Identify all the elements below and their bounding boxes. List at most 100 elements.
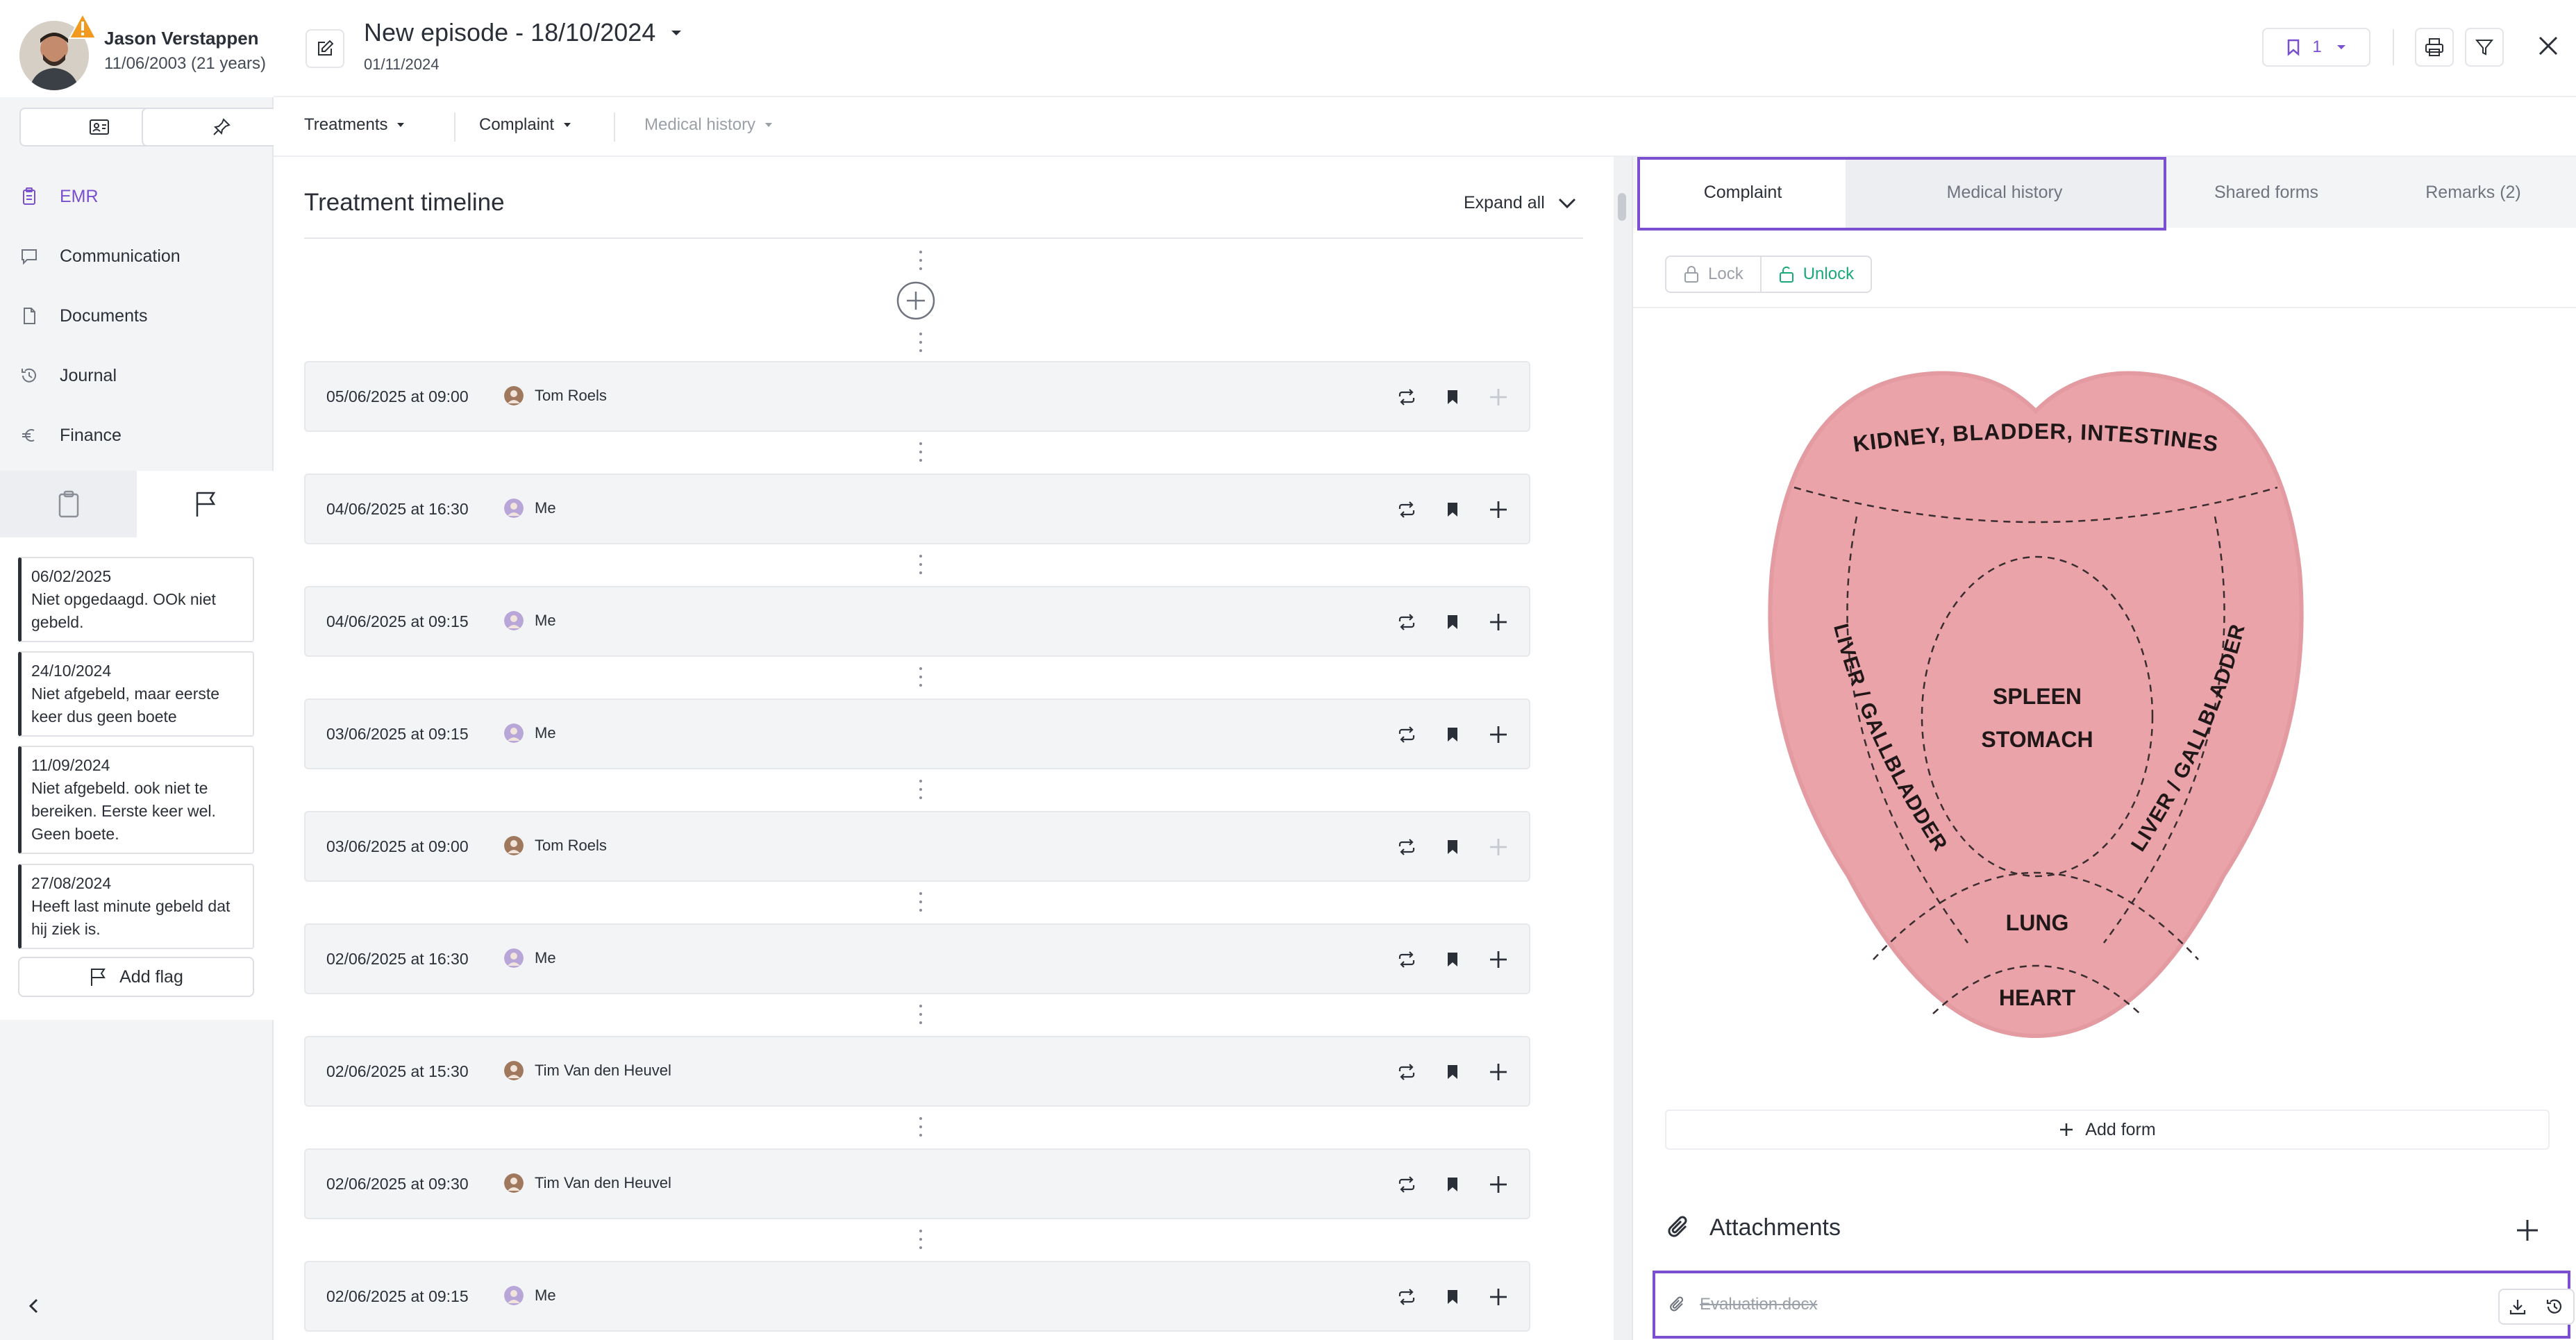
add-flag-button[interactable]: Add flag <box>18 957 254 997</box>
treatments-filter[interactable]: Treatments <box>304 115 405 135</box>
sidebar-item-communication[interactable]: Communication <box>0 226 274 286</box>
practitioner-name: Tim Van den Heuvel <box>535 1174 671 1191</box>
bookmark-filter-button[interactable]: 1 <box>2262 28 2370 67</box>
add-note-button[interactable] <box>1487 1173 1509 1196</box>
scrollbar-thumb[interactable] <box>1618 193 1626 221</box>
add-note-button[interactable] <box>1487 1286 1509 1308</box>
reschedule-button[interactable] <box>1396 386 1418 408</box>
complaint-filter[interactable]: Complaint <box>479 115 572 135</box>
add-note-button[interactable] <box>1487 723 1509 746</box>
add-attachment-button[interactable] <box>2514 1216 2541 1244</box>
attachments-title: Attachments <box>1709 1214 1841 1241</box>
detail-tabs: Complaint Medical history Shared forms R… <box>1633 157 2576 231</box>
caret-down-icon <box>564 123 571 127</box>
tab-shared-forms[interactable]: Shared forms <box>2164 157 2369 228</box>
bookmark-button[interactable] <box>1441 611 1464 633</box>
timeline-row[interactable]: 02/06/2025 at 09:15 Me <box>304 1261 1530 1332</box>
chevron-left-icon[interactable] <box>24 1296 44 1316</box>
bookmark-button[interactable] <box>1441 723 1464 746</box>
timeline-row[interactable]: 04/06/2025 at 16:30 Me <box>304 474 1530 544</box>
add-note-button[interactable] <box>1487 1061 1509 1083</box>
sidebar-item-finance[interactable]: Finance <box>0 405 274 465</box>
timeline-row[interactable]: 03/06/2025 at 09:15 Me <box>304 698 1530 769</box>
tab-flags[interactable] <box>137 471 274 537</box>
caret-down-icon <box>2336 45 2345 49</box>
download-button[interactable] <box>2498 1289 2537 1325</box>
close-button[interactable] <box>2534 32 2562 60</box>
timeline-row[interactable]: 02/06/2025 at 16:30 Me <box>304 923 1530 994</box>
bookmark-button[interactable] <box>1441 1061 1464 1083</box>
flag-card[interactable]: 11/09/2024 Niet afgebeld. ook niet te be… <box>18 746 254 854</box>
reschedule-button[interactable] <box>1396 1173 1418 1196</box>
plus-icon <box>1490 1064 1507 1080</box>
add-note-button[interactable] <box>1487 499 1509 521</box>
bookmark-icon <box>1448 503 1457 517</box>
reschedule-button[interactable] <box>1396 499 1418 521</box>
reschedule-button[interactable] <box>1396 1061 1418 1083</box>
flag-date: 24/10/2024 <box>31 662 112 680</box>
timeline-connector <box>918 1116 923 1137</box>
filter-divider <box>614 112 615 142</box>
flag-card[interactable]: 27/08/2024 Heeft last minute gebeld dat … <box>18 864 254 949</box>
timeline-row[interactable]: 02/06/2025 at 09:30 Tim Van den Heuvel <box>304 1148 1530 1219</box>
add-note-button[interactable] <box>1487 386 1509 408</box>
tongue-diagram[interactable]: KIDNEY, BLADDER, INTESTINES LIVER / GALL… <box>1751 349 2320 1043</box>
bookmark-button[interactable] <box>1441 948 1464 971</box>
bookmark-icon <box>1448 728 1457 742</box>
reschedule-button[interactable] <box>1396 611 1418 633</box>
download-icon <box>2509 1300 2526 1315</box>
add-note-button[interactable] <box>1487 948 1509 971</box>
unlock-button[interactable]: Unlock <box>1761 256 1873 293</box>
tab-notes[interactable] <box>0 471 137 537</box>
bookmark-icon <box>2288 39 2300 56</box>
practitioner-name: Me <box>535 1287 556 1304</box>
reschedule-button[interactable] <box>1396 1286 1418 1308</box>
reschedule-button[interactable] <box>1396 836 1418 858</box>
flag-text: Niet afgebeld, maar eerste keer dus geen… <box>31 685 220 726</box>
avatar <box>504 386 524 405</box>
episode-selector[interactable]: New episode - 18/10/2024 <box>364 18 683 47</box>
flag-card[interactable]: 24/10/2024 Niet afgebeld, maar eerste ke… <box>18 651 254 737</box>
timeline-row[interactable]: 05/06/2025 at 09:00 Tom Roels <box>304 361 1530 432</box>
add-treatment-button[interactable] <box>896 280 936 321</box>
medical-history-filter[interactable]: Medical history <box>644 115 773 135</box>
bookmark-button[interactable] <box>1441 836 1464 858</box>
bookmark-button[interactable] <box>1441 1173 1464 1196</box>
bookmark-button[interactable] <box>1441 499 1464 521</box>
attachment-filename[interactable]: Evaluation.docx <box>1700 1295 1817 1314</box>
bookmark-button[interactable] <box>1441 1286 1464 1308</box>
flag-card[interactable]: 06/02/2025 Niet opgedaagd. OOk niet gebe… <box>18 557 254 642</box>
add-note-button[interactable] <box>1487 836 1509 858</box>
timeline-scrollbar[interactable] <box>1614 157 1632 1340</box>
attachment-item[interactable]: Evaluation.docx <box>1653 1271 2575 1339</box>
print-button[interactable] <box>2415 28 2454 67</box>
treatment-practitioner: Me <box>504 1286 556 1305</box>
add-form-button[interactable]: Add form <box>1665 1109 2550 1150</box>
add-note-button[interactable] <box>1487 611 1509 633</box>
sidebar-item-emr[interactable]: EMR <box>0 167 274 226</box>
sidebar-item-documents[interactable]: Documents <box>0 286 274 346</box>
lock-button[interactable]: Lock <box>1665 256 1762 293</box>
timeline-row[interactable]: 03/06/2025 at 09:00 Tom Roels <box>304 811 1530 882</box>
reschedule-button[interactable] <box>1396 948 1418 971</box>
timeline-row[interactable]: 02/06/2025 at 15:30 Tim Van den Heuvel <box>304 1036 1530 1107</box>
unlock-icon <box>1779 266 1793 283</box>
warning-icon[interactable] <box>68 12 97 40</box>
avatar <box>504 1061 524 1080</box>
episode-detail-panel: Complaint Medical history Shared forms R… <box>1632 157 2576 1340</box>
expand-all-button[interactable]: Expand all <box>1464 193 1577 213</box>
treatment-practitioner: Me <box>504 611 556 630</box>
restore-button[interactable] <box>2536 1289 2575 1325</box>
paperclip-icon <box>1670 1296 1683 1312</box>
sidebar-nav: EMR Communication Documents Journal Fina… <box>0 167 274 465</box>
print-icon <box>2425 38 2443 56</box>
plus-icon <box>1490 951 1507 968</box>
timeline-row[interactable]: 04/06/2025 at 09:15 Me <box>304 586 1530 657</box>
edit-episode-button[interactable] <box>306 29 344 68</box>
reschedule-button[interactable] <box>1396 723 1418 746</box>
bookmark-button[interactable] <box>1441 386 1464 408</box>
tab-remarks[interactable]: Remarks (2) <box>2369 157 2576 228</box>
treatment-practitioner: Me <box>504 948 556 968</box>
filter-button[interactable] <box>2465 28 2504 67</box>
sidebar-item-journal[interactable]: Journal <box>0 346 274 405</box>
